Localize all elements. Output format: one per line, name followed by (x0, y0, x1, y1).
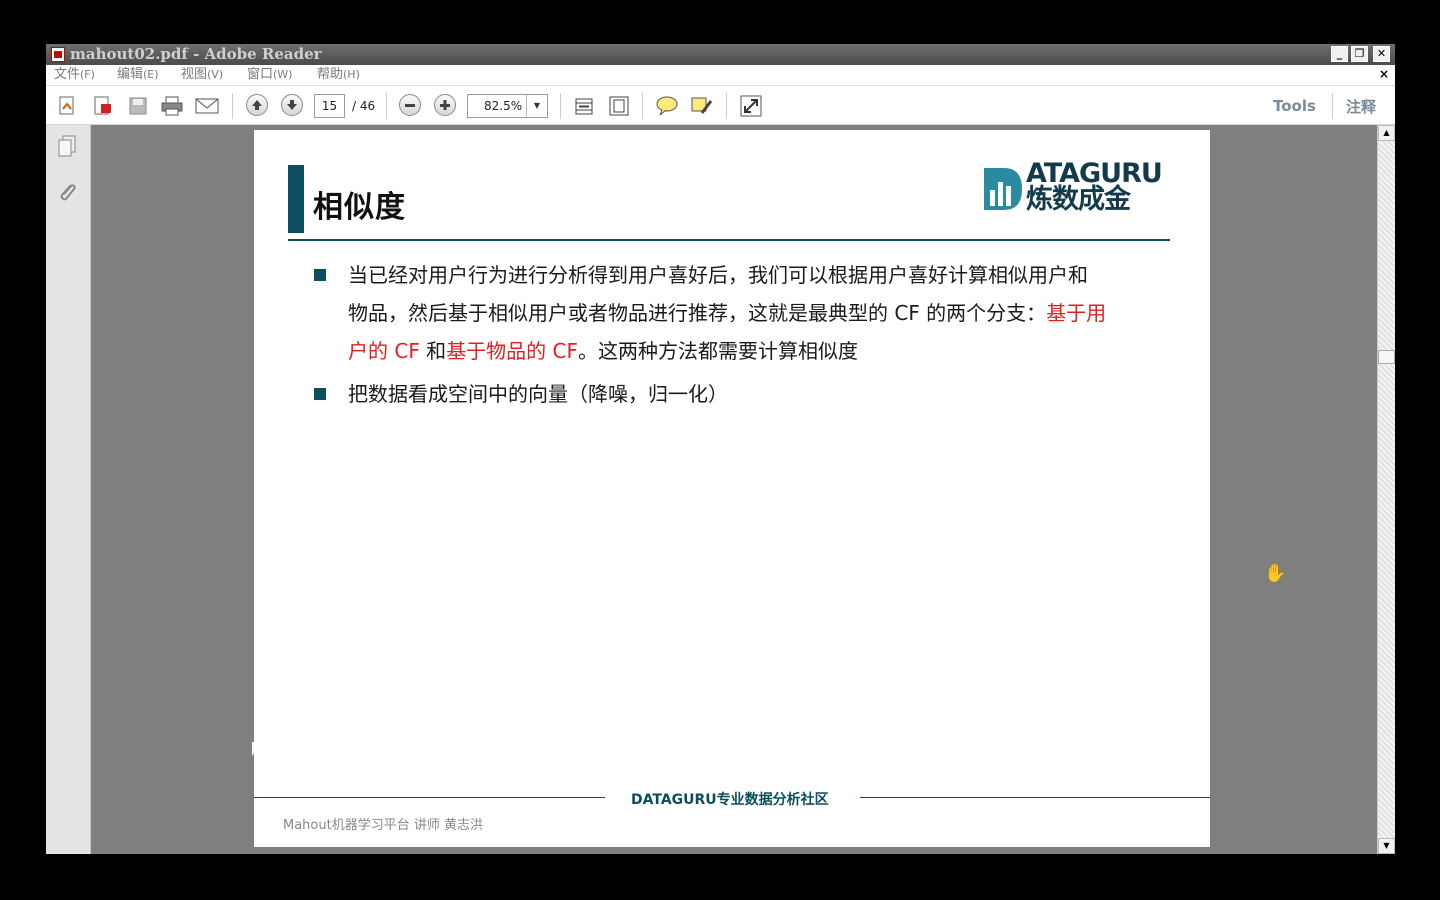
scroll-up-button[interactable]: ▲ (1378, 125, 1395, 141)
toolbar-separator (726, 93, 727, 119)
highlight-text-icon[interactable] (690, 94, 714, 118)
scroll-thumb[interactable] (1378, 350, 1395, 364)
menu-view[interactable]: 视图(V) (181, 66, 223, 84)
footer-left-text: Mahout机器学习平台 讲师 黄志洪 (283, 818, 483, 833)
bullet-marker (314, 388, 326, 400)
menu-help[interactable]: 帮助(H) (317, 66, 360, 84)
toolbar-separator (232, 93, 233, 119)
title-accent-bar (288, 165, 304, 233)
previous-page-button[interactable] (246, 94, 268, 116)
hand-cursor-icon: ✋ (1264, 563, 1287, 584)
menu-file[interactable]: 文件(F) (54, 66, 95, 84)
document-viewport[interactable]: 相似度 ATAGURU 炼数成金 当已经对用户行为进行分析得到用户喜好后，我们可… (91, 125, 1377, 854)
comment-button[interactable]: 注释 (1346, 96, 1376, 117)
fit-width-icon[interactable] (572, 94, 596, 118)
page-number-input[interactable]: 15 (314, 94, 345, 118)
window-title: mahout02.pdf - Adobe Reader (70, 45, 322, 63)
bullet-1-line-1: 当已经对用户行为进行分析得到用户喜好后，我们可以根据用户喜好计算相似用户和 (348, 263, 1088, 287)
slide-title: 相似度 (313, 190, 406, 225)
document-close-icon[interactable]: × (1379, 67, 1389, 81)
bullet-1-line-2: 物品，然后基于相似用户或者物品进行推荐，这就是最典型的 CF 的两个分支：基于用 (348, 301, 1107, 325)
export-pdf-icon[interactable] (91, 94, 115, 118)
pdf-page: 相似度 ATAGURU 炼数成金 当已经对用户行为进行分析得到用户喜好后，我们可… (254, 130, 1210, 847)
email-icon[interactable] (195, 94, 219, 118)
zoom-value: 82.5% (484, 99, 523, 113)
attachments-icon[interactable] (56, 181, 78, 205)
bullet-marker (314, 269, 326, 281)
toolbar-separator (1332, 93, 1333, 119)
navigation-panel (46, 125, 91, 854)
next-page-button[interactable] (281, 94, 303, 116)
footer-divider-left (254, 797, 605, 798)
close-button[interactable]: ✕ (1373, 46, 1390, 62)
bullet-text-1: 当已经对用户行为进行分析得到用户喜好后，我们可以根据用户喜好计算相似用户和 物品… (348, 256, 1168, 370)
toolbar-separator (386, 93, 387, 119)
restore-button[interactable]: ❐ (1351, 46, 1368, 62)
chevron-down-icon[interactable]: ▼ (526, 95, 547, 117)
page-total-label: / 46 (352, 99, 376, 113)
menu-edit[interactable]: 编辑(E) (117, 66, 159, 84)
adobe-reader-window: mahout02.pdf - Adobe Reader _ ❐ ✕ 文件(F) … (46, 44, 1395, 854)
bullet-text-2: 把数据看成空间中的向量（降噪，归一化） (348, 382, 728, 406)
fit-page-icon[interactable] (607, 94, 631, 118)
footer-center-text: DATAGURU专业数据分析社区 (631, 792, 829, 808)
tools-button[interactable]: Tools (1273, 97, 1316, 115)
logo-text-cn: 炼数成金 (1026, 184, 1131, 215)
full-screen-icon[interactable] (739, 94, 763, 118)
bullet-1-line-3: 户的 CF 和基于物品的 CF。这两种方法都需要计算相似度 (348, 339, 859, 363)
title-bar: mahout02.pdf - Adobe Reader _ ❐ ✕ (46, 44, 1395, 65)
toolbar: 15 / 46 82.5% ▼ Tools 注释 (46, 86, 1395, 125)
toolbar-separator (642, 93, 643, 119)
zoom-select[interactable]: 82.5% ▼ (467, 94, 548, 118)
vertical-scrollbar[interactable]: ▲ ▼ (1377, 125, 1395, 854)
scroll-down-button[interactable]: ▼ (1378, 838, 1395, 854)
footer-divider-right (860, 797, 1210, 798)
title-divider (288, 239, 1170, 241)
logo-mark-icon (984, 168, 1022, 210)
menu-bar: 文件(F) 编辑(E) 视图(V) 窗口(W) 帮助(H) × (46, 65, 1395, 86)
page-thumbnails-icon[interactable] (56, 135, 78, 159)
create-pdf-icon[interactable] (56, 94, 80, 118)
pdf-app-icon (51, 47, 65, 62)
dataguru-logo: ATAGURU 炼数成金 (982, 158, 1172, 218)
print-icon[interactable] (160, 94, 184, 118)
minimize-button[interactable]: _ (1331, 46, 1348, 62)
zoom-out-button[interactable] (399, 94, 421, 116)
zoom-in-button[interactable] (434, 94, 456, 116)
sticky-note-icon[interactable] (655, 94, 679, 118)
arrow-cursor-icon (252, 742, 261, 756)
menu-window[interactable]: 窗口(W) (247, 66, 292, 84)
toolbar-separator (560, 93, 561, 119)
save-icon[interactable] (126, 94, 150, 118)
